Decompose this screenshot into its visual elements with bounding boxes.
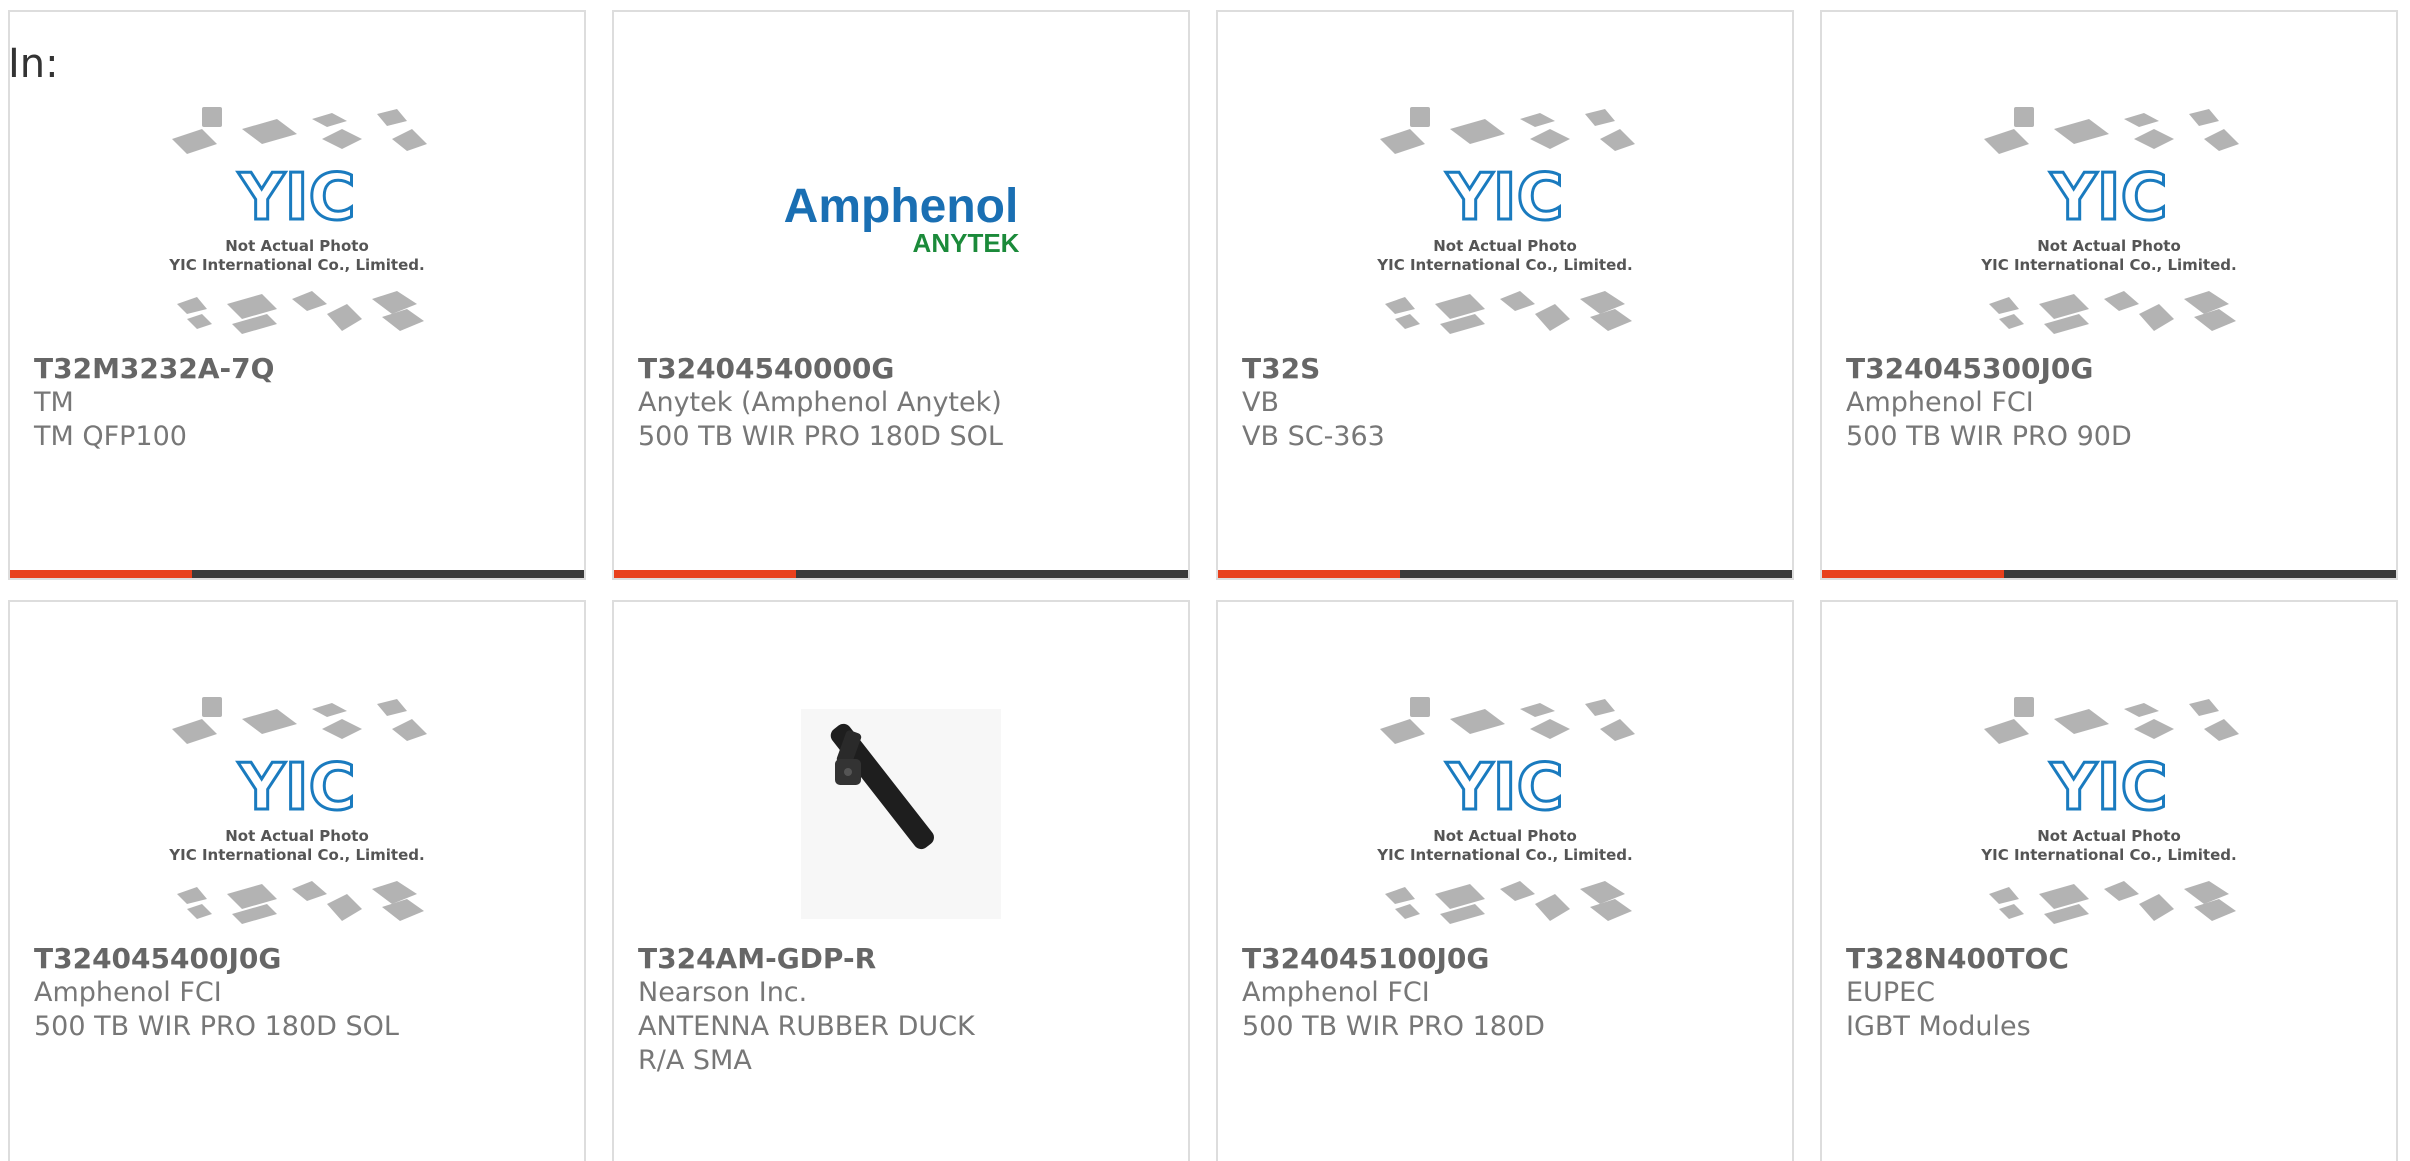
product-info: T324045300J0G Amphenol FCI 500 TB WIR PR… xyxy=(1846,352,2372,454)
yic-not-actual-photo-icon: YIC Not Actual Photo YIC International C… xyxy=(1370,684,1640,944)
product-info: T32M3232A-7Q TM TM QFP100 xyxy=(34,352,560,454)
yic-not-actual-photo-icon: YIC Not Actual Photo YIC International C… xyxy=(162,94,432,354)
manufacturer: VB xyxy=(1242,387,1279,418)
svg-text:YIC: YIC xyxy=(237,161,355,235)
manufacturer: Amphenol FCI xyxy=(1846,387,2034,418)
description: IGBT Modules xyxy=(1846,1011,2031,1042)
card-accent-bar xyxy=(614,570,796,578)
svg-text:YIC: YIC xyxy=(1445,161,1563,235)
product-info: T324045100J0G Amphenol FCI 500 TB WIR PR… xyxy=(1242,942,1768,1044)
part-number-link[interactable]: T32S xyxy=(1242,352,1768,386)
card-bottom-bar xyxy=(1822,570,2396,578)
svg-text:YIC International Co., Limited: YIC International Co., Limited. xyxy=(168,256,424,274)
svg-text:YIC: YIC xyxy=(2049,751,2167,825)
card-bottom-bar xyxy=(10,570,584,578)
description: VB SC-363 xyxy=(1242,421,1385,452)
part-number-link[interactable]: T32M3232A-7Q xyxy=(34,352,560,386)
product-card[interactable]: YIC Not Actual Photo YIC International C… xyxy=(1820,10,2398,580)
product-card[interactable]: YIC Not Actual Photo YIC International C… xyxy=(8,10,586,580)
svg-text:YIC International Co., Limited: YIC International Co., Limited. xyxy=(1980,256,2236,274)
manufacturer: TM xyxy=(34,387,74,418)
svg-text:ANYTEK: ANYTEK xyxy=(913,228,1020,258)
product-card[interactable]: YIC Not Actual Photo YIC International C… xyxy=(8,600,586,1161)
yic-not-actual-photo-icon: YIC Not Actual Photo YIC International C… xyxy=(1370,94,1640,354)
description: 500 TB WIR PRO 180D xyxy=(1242,1011,1545,1042)
manufacturer: EUPEC xyxy=(1846,977,1936,1008)
part-number-link[interactable]: T324045400J0G xyxy=(34,942,560,976)
amphenol-anytek-logo: Amphenol ANYTEK xyxy=(766,94,1036,354)
svg-text:Not Actual Photo: Not Actual Photo xyxy=(225,827,369,845)
card-bottom-bar xyxy=(1218,570,1792,578)
product-card[interactable]: YIC Not Actual Photo YIC International C… xyxy=(1216,600,1794,1161)
manufacturer: Amphenol FCI xyxy=(1242,977,1430,1008)
description: TM QFP100 xyxy=(34,421,187,452)
product-card[interactable]: Amphenol ANYTEK T32404540000G Anytek (Am… xyxy=(612,10,1190,580)
svg-text:Not Actual Photo: Not Actual Photo xyxy=(1433,827,1577,845)
yic-not-actual-photo-icon: YIC Not Actual Photo YIC International C… xyxy=(1974,684,2244,944)
svg-text:Not Actual Photo: Not Actual Photo xyxy=(1433,237,1577,255)
svg-text:YIC: YIC xyxy=(2049,161,2167,235)
product-info: T324045400J0G Amphenol FCI 500 TB WIR PR… xyxy=(34,942,560,1044)
description: 500 TB WIR PRO 180D SOL xyxy=(638,421,1003,452)
yic-not-actual-photo-icon: YIC Not Actual Photo YIC International C… xyxy=(1974,94,2244,354)
page: In: YIC Not Actual Photo YIC Internation… xyxy=(0,0,2410,1161)
part-number-link[interactable]: T32404540000G xyxy=(638,352,1164,386)
card-bottom-bar xyxy=(614,570,1188,578)
svg-text:Not Actual Photo: Not Actual Photo xyxy=(225,237,369,255)
card-accent-bar xyxy=(1218,570,1400,578)
svg-text:YIC International Co., Limited: YIC International Co., Limited. xyxy=(168,846,424,864)
product-info: T32S VB VB SC-363 xyxy=(1242,352,1768,454)
description: 500 TB WIR PRO 90D xyxy=(1846,421,2132,452)
description: ANTENNA RUBBER DUCK R/A SMA xyxy=(638,1011,975,1076)
product-grid: YIC Not Actual Photo YIC International C… xyxy=(8,10,2398,1161)
svg-text:YIC International Co., Limited: YIC International Co., Limited. xyxy=(1376,846,1632,864)
part-number-link[interactable]: T324045100J0G xyxy=(1242,942,1768,976)
svg-text:YIC International Co., Limited: YIC International Co., Limited. xyxy=(1980,846,2236,864)
card-accent-bar xyxy=(1822,570,2004,578)
product-card[interactable]: T324AM-GDP-R Nearson Inc. ANTENNA RUBBER… xyxy=(612,600,1190,1161)
manufacturer: Anytek (Amphenol Anytek) xyxy=(638,387,1002,418)
part-number-link[interactable]: T324045300J0G xyxy=(1846,352,2372,386)
rubber-duck-antenna-image xyxy=(766,684,1036,944)
manufacturer: Amphenol FCI xyxy=(34,977,222,1008)
card-accent-bar xyxy=(10,570,192,578)
product-info: T32404540000G Anytek (Amphenol Anytek) 5… xyxy=(638,352,1164,454)
svg-text:YIC International Co., Limited: YIC International Co., Limited. xyxy=(1376,256,1632,274)
svg-text:Not Actual Photo: Not Actual Photo xyxy=(2037,827,2181,845)
product-info: T324AM-GDP-R Nearson Inc. ANTENNA RUBBER… xyxy=(638,942,1164,1078)
part-number-link[interactable]: T328N400TOC xyxy=(1846,942,2372,976)
svg-text:YIC: YIC xyxy=(237,751,355,825)
product-card[interactable]: YIC Not Actual Photo YIC International C… xyxy=(1216,10,1794,580)
svg-text:Not Actual Photo: Not Actual Photo xyxy=(2037,237,2181,255)
svg-text:Amphenol: Amphenol xyxy=(784,180,1019,233)
description: 500 TB WIR PRO 180D SOL xyxy=(34,1011,399,1042)
svg-text:YIC: YIC xyxy=(1445,751,1563,825)
yic-not-actual-photo-icon: YIC Not Actual Photo YIC International C… xyxy=(162,684,432,944)
part-number-link[interactable]: T324AM-GDP-R xyxy=(638,942,1164,976)
product-card[interactable]: YIC Not Actual Photo YIC International C… xyxy=(1820,600,2398,1161)
in-label: In: xyxy=(8,41,59,87)
product-info: T328N400TOC EUPEC IGBT Modules xyxy=(1846,942,2372,1044)
manufacturer: Nearson Inc. xyxy=(638,977,808,1008)
